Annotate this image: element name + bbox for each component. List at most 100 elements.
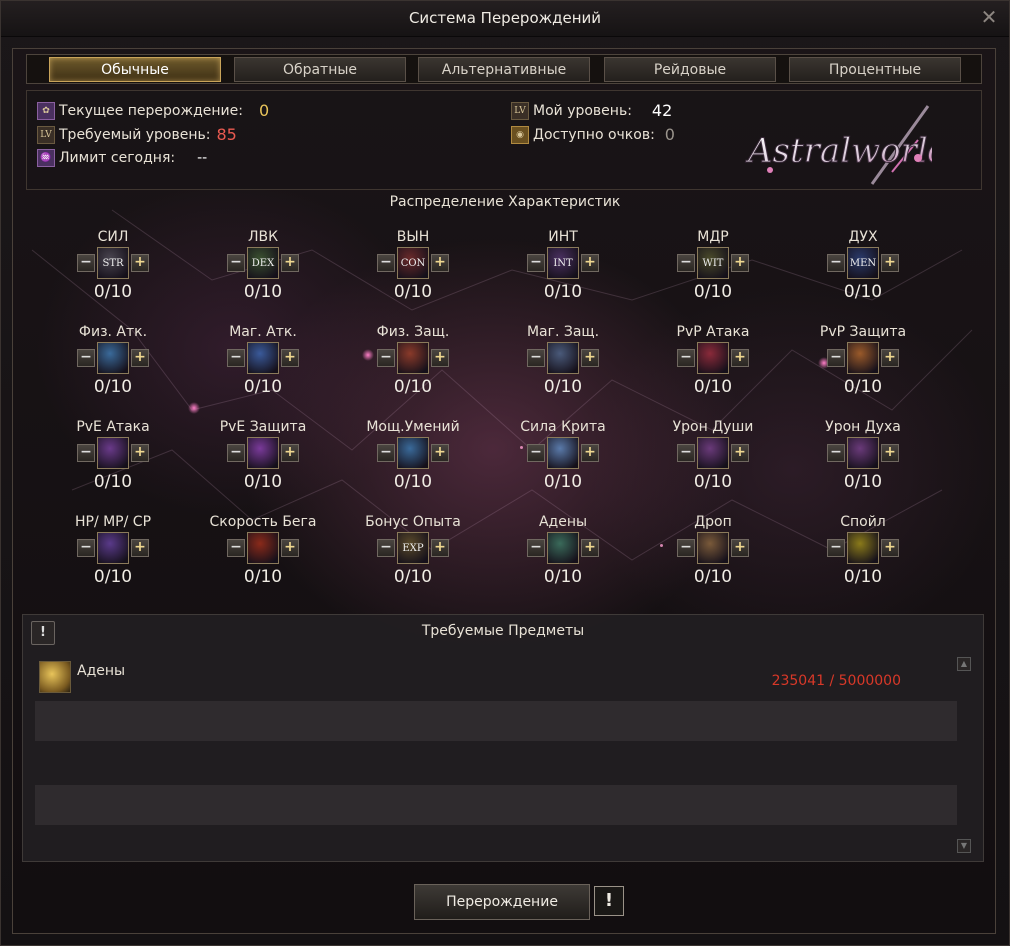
stat-cell: PvE Атака − +0/10 [43, 418, 183, 493]
stat-cell: PvP Защита − +0/10 [793, 323, 933, 398]
increase-button[interactable]: + [581, 444, 599, 462]
decrease-button[interactable]: − [77, 539, 95, 557]
close-icon[interactable]: ✕ [979, 7, 999, 28]
increase-button[interactable]: + [131, 539, 149, 557]
decrease-button[interactable]: − [227, 444, 245, 462]
increase-button[interactable]: + [281, 539, 299, 557]
increase-button[interactable]: + [131, 254, 149, 272]
increase-button[interactable]: + [281, 349, 299, 367]
stat-controls: − CON + [343, 247, 483, 279]
stat-label: Дроп [694, 514, 732, 530]
decrease-button[interactable]: − [77, 254, 95, 272]
tab-normal[interactable]: Обычные [49, 57, 221, 82]
stat-label: Спойл [840, 514, 886, 530]
title-bar[interactable]: Система Перерождений ✕ [1, 1, 1009, 37]
tab-reverse[interactable]: Обратные [234, 57, 406, 82]
rebirth-button[interactable]: Перерождение [414, 884, 590, 920]
tab-raid[interactable]: Рейдовые [604, 57, 776, 82]
increase-button[interactable]: + [131, 349, 149, 367]
increase-button[interactable]: + [431, 254, 449, 272]
increase-button[interactable]: + [581, 254, 599, 272]
stat-cell: МДР − WIT +0/10 [643, 228, 783, 303]
tab-alternative[interactable]: Альтернативные [418, 57, 590, 82]
magic-defense-icon [547, 342, 579, 374]
pve-defense-icon [247, 437, 279, 469]
stat-value: 0/10 [843, 377, 883, 397]
decrease-button[interactable]: − [677, 254, 695, 272]
scroll-up-button[interactable]: ▲ [957, 657, 971, 671]
decrease-button[interactable]: − [677, 539, 695, 557]
int-icon: INT [547, 247, 579, 279]
increase-button[interactable]: + [881, 444, 899, 462]
required-level-value: 85 [216, 125, 237, 144]
increase-button[interactable]: + [431, 539, 449, 557]
increase-button[interactable]: + [581, 349, 599, 367]
decrease-button[interactable]: − [377, 349, 395, 367]
stat-value: 0/10 [393, 472, 433, 492]
decrease-button[interactable]: − [827, 254, 845, 272]
stat-cell: PvP Атака − +0/10 [643, 323, 783, 398]
stat-label: ИНТ [548, 229, 578, 245]
tab-percent[interactable]: Процентные [789, 57, 961, 82]
decrease-button[interactable]: − [377, 444, 395, 462]
decrease-button[interactable]: − [827, 444, 845, 462]
increase-button[interactable]: + [731, 349, 749, 367]
skill-power-icon [397, 437, 429, 469]
decrease-button[interactable]: − [827, 349, 845, 367]
decrease-button[interactable]: − [527, 254, 545, 272]
stat-value: 0/10 [543, 282, 583, 302]
stat-label: Урон Души [672, 419, 754, 435]
stat-value: 0/10 [93, 282, 133, 302]
stat-label: HP/ MP/ CP [74, 514, 152, 530]
wit-icon: WIT [697, 247, 729, 279]
flower-icon: ✿ [37, 101, 55, 120]
required-level-label: Требуемый уровень: [59, 126, 211, 143]
adena-icon [547, 532, 579, 564]
decrease-button[interactable]: − [527, 539, 545, 557]
pvp-attack-icon [697, 342, 729, 374]
stat-label: PvE Защита [219, 419, 307, 435]
stat-cell: Спойл − +0/10 [793, 513, 933, 588]
decrease-button[interactable]: − [677, 444, 695, 462]
decrease-button[interactable]: − [227, 349, 245, 367]
decrease-button[interactable]: − [227, 254, 245, 272]
decrease-button[interactable]: − [77, 349, 95, 367]
increase-button[interactable]: + [131, 444, 149, 462]
points-available-value: 0 [664, 125, 675, 144]
increase-button[interactable]: + [881, 349, 899, 367]
stat-cell: Адены − +0/10 [493, 513, 633, 588]
increase-button[interactable]: + [881, 539, 899, 557]
decrease-button[interactable]: − [827, 539, 845, 557]
list-item: Адены [39, 661, 125, 693]
decrease-button[interactable]: − [677, 349, 695, 367]
increase-button[interactable]: + [281, 254, 299, 272]
stat-cell: HP/ MP/ CP − +0/10 [43, 513, 183, 588]
increase-button[interactable]: + [431, 349, 449, 367]
stat-value: 0/10 [693, 377, 733, 397]
increase-button[interactable]: + [731, 444, 749, 462]
increase-button[interactable]: + [281, 444, 299, 462]
decrease-button[interactable]: − [377, 254, 395, 272]
decrease-button[interactable]: − [527, 349, 545, 367]
scroll-down-button[interactable]: ▼ [957, 839, 971, 853]
stat-value: 0/10 [243, 377, 283, 397]
spoil-icon [847, 532, 879, 564]
increase-button[interactable]: + [731, 254, 749, 272]
stat-value: 0/10 [843, 282, 883, 302]
increase-button[interactable]: + [731, 539, 749, 557]
decrease-button[interactable]: − [527, 444, 545, 462]
level-badge-icon: LV [511, 101, 529, 120]
rebirth-warning-button[interactable]: ! [594, 886, 624, 916]
decrease-button[interactable]: − [377, 539, 395, 557]
stat-value: 0/10 [243, 567, 283, 587]
stat-controls: − + [193, 437, 333, 469]
increase-button[interactable]: + [881, 254, 899, 272]
decrease-button[interactable]: − [227, 539, 245, 557]
stat-label: ЛВК [247, 229, 279, 245]
increase-button[interactable]: + [581, 539, 599, 557]
increase-button[interactable]: + [431, 444, 449, 462]
sword-icon [97, 342, 129, 374]
decrease-button[interactable]: − [77, 444, 95, 462]
coin-icon: ◉ [511, 125, 529, 144]
stat-cell: Урон Души − +0/10 [643, 418, 783, 493]
